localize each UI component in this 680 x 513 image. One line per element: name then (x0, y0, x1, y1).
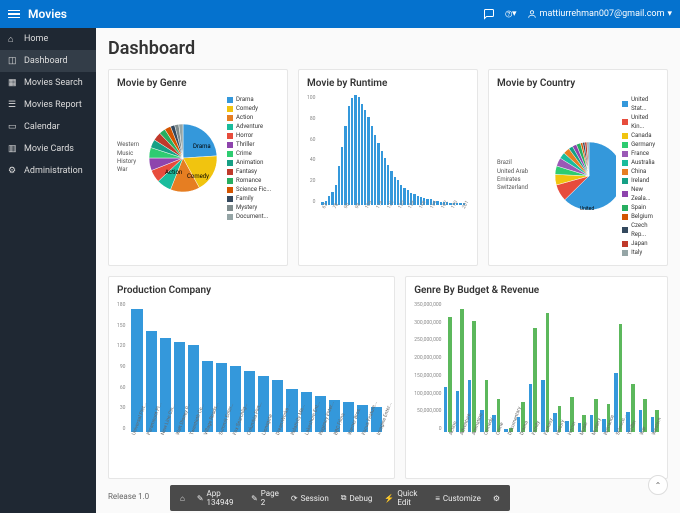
topbar: Movies ▾ mattiurrehman007@gmail.com ▾ (0, 0, 680, 28)
brand-title: Movies (28, 7, 67, 21)
company-y-axis: 1801501209060300 (117, 302, 127, 432)
budget-grouped-chart (444, 302, 660, 432)
report-icon: ☰ (8, 100, 18, 110)
help-icon[interactable]: ▾ (505, 8, 517, 20)
dev-quick[interactable]: ⚡ Quick Edit (384, 489, 423, 507)
dev-app[interactable]: ✎ App 134949 (197, 489, 239, 507)
budget-x-axis: ActionAdventureAnimationComedyCrimeDocum… (444, 432, 660, 470)
card-budget-title: Genre By Budget & Revenue (414, 285, 659, 296)
sidebar: ⌂Home ◫Dashboard ▦Movies Search ☰Movies … (0, 28, 96, 513)
card-company: Production Company 1801501209060300 Univ… (108, 276, 395, 479)
sidebar-item-admin[interactable]: ⚙Administration (0, 160, 96, 182)
dev-customize[interactable]: ≡ Customize (435, 494, 481, 503)
card-genre-title: Movie by Genre (117, 78, 279, 89)
card-genre: Movie by Genre WesternMusicHistoryWar Dr… (108, 69, 288, 266)
dev-debug[interactable]: ⧉ Debug (341, 493, 373, 503)
genre-pie-chart: Drama Comedy Action (145, 120, 221, 196)
svg-text:United: United (580, 206, 595, 212)
svg-text:Action: Action (165, 169, 182, 176)
dev-session[interactable]: ⟳ Session (291, 494, 329, 503)
runtime-y-axis: 100806040200 (307, 95, 317, 205)
card-country: Movie by Country BrazilUnited Arab Emira… (488, 69, 668, 266)
card-budget: Genre By Budget & Revenue 350,000,000300… (405, 276, 668, 479)
home-icon: ⌂ (8, 34, 18, 44)
sidebar-item-dashboard[interactable]: ◫Dashboard (0, 50, 96, 72)
card-country-title: Movie by Country (497, 78, 659, 89)
sidebar-item-home[interactable]: ⌂Home (0, 28, 96, 50)
user-menu[interactable]: mattiurrehman007@gmail.com ▾ (527, 9, 672, 19)
search-icon: ▦ (8, 78, 18, 88)
runtime-histogram (317, 95, 469, 205)
country-pie-chart: United (551, 138, 616, 214)
dev-settings-icon[interactable]: ⚙ (493, 494, 500, 503)
genre-outer-labels: WesternMusicHistoryWar (117, 141, 139, 175)
dev-toolbar: ⌂ ✎ App 134949 ✎ Page 2 ⟳ Session ⧉ Debu… (170, 485, 510, 511)
card-company-title: Production Company (117, 285, 386, 296)
main-content: Dashboard Movie by Genre WesternMusicHis… (96, 28, 680, 513)
scroll-top-button[interactable]: ⌃ (648, 475, 668, 495)
sidebar-item-cards[interactable]: ▥Movie Cards (0, 138, 96, 160)
svg-text:Drama: Drama (193, 143, 211, 150)
dev-page[interactable]: ✎ Page 2 (251, 489, 279, 507)
dev-home-icon[interactable]: ⌂ (180, 494, 185, 503)
budget-y-axis: 350,000,000300,000,000250,000,000200,000… (414, 302, 443, 432)
chat-icon[interactable] (483, 8, 495, 20)
footer-release: Release 1.0 (108, 492, 149, 501)
genre-legend: DramaComedyActionAdventureHorrorThriller… (227, 95, 271, 221)
dashboard-icon: ◫ (8, 56, 18, 66)
menu-icon[interactable] (8, 10, 20, 19)
card-runtime: Movie by Runtime 100806040200 6378909810… (298, 69, 478, 266)
card-runtime-title: Movie by Runtime (307, 78, 469, 89)
user-email: mattiurrehman007@gmail.com (540, 9, 665, 19)
cards-icon: ▥ (8, 144, 18, 154)
country-outer-labels: BrazilUnited Arab EmiratesSwitzerland (497, 159, 545, 193)
svg-text:Comedy: Comedy (187, 173, 209, 180)
country-legend: United Stat...United Kin...CanadaGermany… (622, 95, 659, 257)
admin-icon: ⚙ (8, 166, 18, 176)
page-title: Dashboard (108, 38, 668, 59)
sidebar-item-search[interactable]: ▦Movies Search (0, 72, 96, 94)
sidebar-item-report[interactable]: ☰Movies Report (0, 94, 96, 116)
calendar-icon: ▭ (8, 122, 18, 132)
runtime-x-axis: 63789098106114122130138146154162170201 (317, 205, 469, 213)
sidebar-item-calendar[interactable]: ▭Calendar (0, 116, 96, 138)
company-x-axis: Universal Pict...Paramount Pi...New Line… (127, 432, 386, 470)
